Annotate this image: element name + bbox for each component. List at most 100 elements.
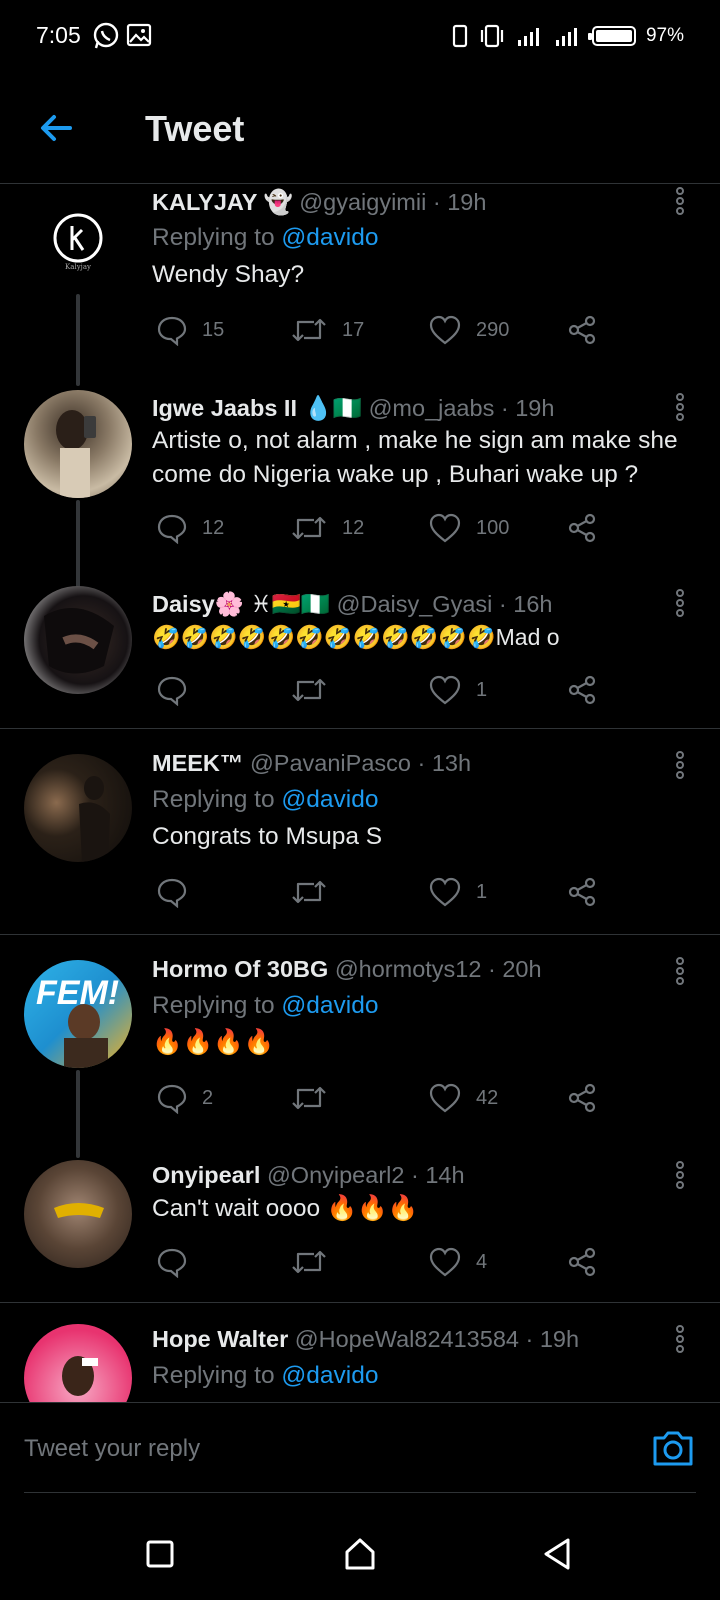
more-options-icon[interactable] <box>670 588 690 618</box>
retweet-icon <box>292 516 326 540</box>
camera-icon[interactable] <box>650 1425 696 1471</box>
reply-button[interactable]: 2 <box>156 1078 213 1118</box>
replying-to: Replying to @davido <box>152 224 379 251</box>
retweet-button[interactable]: 12 <box>290 508 364 548</box>
top-app-bar: Tweet <box>0 72 720 184</box>
divider <box>0 728 720 729</box>
more-options-icon[interactable] <box>670 1160 690 1190</box>
retweet-icon <box>292 1086 326 1110</box>
tweet-actions: 1 <box>152 872 622 912</box>
timestamp: · 19h <box>500 395 555 421</box>
retweet-button[interactable] <box>290 1078 342 1118</box>
like-button[interactable]: 100 <box>428 508 509 548</box>
handle[interactable]: @PavaniPasco <box>250 750 411 776</box>
timestamp: · 19h <box>432 189 487 215</box>
like-button[interactable]: 290 <box>428 310 509 350</box>
mention-link[interactable]: @davido <box>281 1362 378 1389</box>
display-name[interactable]: Onyipearl <box>152 1162 260 1188</box>
like-count: 42 <box>476 1086 499 1109</box>
display-name[interactable]: Hope Walter <box>152 1326 288 1352</box>
arrow-left-icon[interactable] <box>34 106 78 150</box>
retweet-icon <box>292 880 326 904</box>
more-options-icon[interactable] <box>670 750 690 780</box>
reply-button[interactable]: 15 <box>156 310 224 350</box>
display-name[interactable]: MEEK™ <box>152 750 243 776</box>
handle[interactable]: @HopeWal82413584 <box>295 1326 519 1352</box>
handle[interactable]: @Daisy_Gyasi <box>337 591 493 617</box>
share-button[interactable] <box>566 670 598 710</box>
retweet-button[interactable] <box>290 1242 342 1282</box>
share-button[interactable] <box>566 310 598 350</box>
retweet-button[interactable] <box>290 670 342 710</box>
avatar[interactable]: Kalyjay <box>24 184 132 292</box>
like-button[interactable]: 4 <box>428 1242 487 1282</box>
display-name[interactable]: Igwe Jaabs II 💧🇳🇬 <box>152 395 362 421</box>
comment-icon <box>157 514 187 544</box>
more-options-icon[interactable] <box>670 186 690 216</box>
reply-composer <box>0 1402 720 1494</box>
comment-icon <box>157 1084 187 1114</box>
avatar[interactable] <box>24 586 132 694</box>
thread-connector <box>76 1070 80 1158</box>
reply-count: 2 <box>202 1086 214 1109</box>
divider <box>24 1492 696 1493</box>
avatar[interactable] <box>24 754 132 862</box>
more-options-icon[interactable] <box>670 956 690 986</box>
reply-button[interactable] <box>156 872 202 912</box>
replying-to: Replying to @davido <box>152 992 379 1019</box>
display-name[interactable]: KALYJAY 👻 <box>152 189 293 215</box>
share-icon <box>568 1083 596 1113</box>
handle[interactable]: @Onyipearl2 <box>267 1162 405 1188</box>
battery-icon <box>587 26 636 46</box>
more-options-icon[interactable] <box>670 392 690 422</box>
share-button[interactable] <box>566 1078 598 1118</box>
avatar[interactable] <box>24 390 132 498</box>
tweet-actions: 2 42 <box>152 1078 622 1118</box>
display-name[interactable]: Daisy🌸 ♓🇬🇭🇳🇬 <box>152 591 330 617</box>
reply-button[interactable] <box>156 670 202 710</box>
retweet-count: 12 <box>342 516 365 539</box>
handle[interactable]: @gyaigyimii <box>299 189 426 215</box>
home-icon[interactable] <box>340 1534 380 1574</box>
reply-button[interactable] <box>156 1242 202 1282</box>
retweet-button[interactable] <box>290 872 342 912</box>
heart-icon <box>429 315 461 345</box>
display-name[interactable]: Hormo Of 30BG <box>152 956 328 982</box>
handle[interactable]: @mo_jaabs <box>369 395 495 421</box>
recents-square-icon[interactable] <box>140 1534 180 1574</box>
handle[interactable]: @hormotys12 <box>335 956 482 982</box>
like-button[interactable]: 1 <box>428 670 487 710</box>
mention-link[interactable]: @davido <box>281 992 378 1019</box>
tweet-text: 🔥🔥🔥🔥 <box>152 1029 275 1056</box>
like-count: 100 <box>476 516 510 539</box>
share-button[interactable] <box>566 508 598 548</box>
reply-button[interactable]: 12 <box>156 508 224 548</box>
like-button[interactable]: 42 <box>428 1078 498 1118</box>
timestamp: · 20h <box>487 956 542 982</box>
avatar[interactable]: FEM! <box>24 960 132 1068</box>
tweet-text: Artiste o, not alarm , make he sign am m… <box>152 427 678 488</box>
reply-count: 12 <box>202 516 225 539</box>
like-button[interactable]: 1 <box>428 872 487 912</box>
tweet-text: Congrats to Msupa S <box>152 823 383 850</box>
share-icon <box>568 315 596 345</box>
page-title: Tweet <box>145 108 245 149</box>
share-button[interactable] <box>566 1242 598 1282</box>
avatar[interactable] <box>24 1160 132 1268</box>
reply-input[interactable] <box>24 1427 624 1471</box>
retweet-button[interactable]: 17 <box>290 310 364 350</box>
comment-icon <box>157 1248 187 1278</box>
tweet-actions: 1 <box>152 670 622 710</box>
share-button[interactable] <box>566 872 598 912</box>
retweet-icon <box>292 1250 326 1274</box>
tweet-text: Can't wait oooo 🔥🔥🔥 <box>152 1195 419 1222</box>
thread-connector <box>76 294 80 386</box>
mention-link[interactable]: @davido <box>281 786 378 813</box>
comment-icon <box>157 878 187 908</box>
mention-link[interactable]: @davido <box>281 224 378 251</box>
avatar[interactable] <box>24 1324 132 1402</box>
back-triangle-icon[interactable] <box>538 1534 578 1574</box>
more-options-icon[interactable] <box>670 1324 690 1354</box>
like-count: 1 <box>476 880 488 903</box>
signal-icon <box>555 28 577 46</box>
